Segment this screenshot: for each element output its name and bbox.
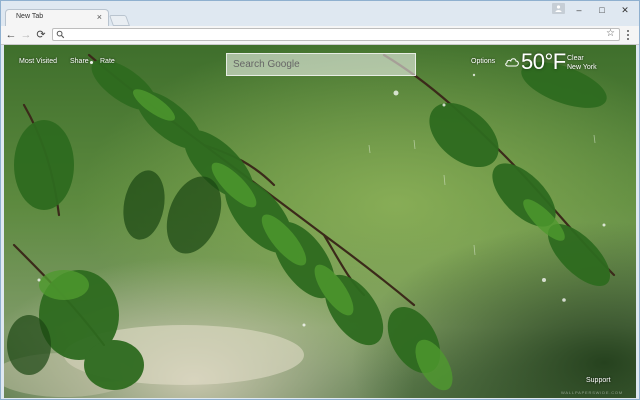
search-icon [56,30,65,39]
fern-wallpaper-image [4,45,636,398]
back-button[interactable]: ← [4,27,18,43]
close-window-button[interactable]: ✕ [614,1,636,19]
temperature: 50°F [521,49,566,74]
browser-menu-button[interactable] [625,28,631,42]
share-link[interactable]: Share [70,58,89,65]
support-link[interactable]: Support [586,377,611,384]
tab-title: New Tab [16,13,44,20]
cloud-icon [505,58,519,67]
bookmark-star-icon[interactable]: ☆ [606,28,615,39]
menu-dot [627,34,629,36]
person-icon [555,5,562,12]
address-bar[interactable]: ☆ [52,28,620,41]
reload-button[interactable]: ⟳ [34,27,48,43]
rate-link[interactable]: Rate [100,58,115,65]
most-visited-link[interactable]: Most Visited [19,58,57,65]
profile-button[interactable] [552,3,565,14]
browser-window: New Tab × – □ ✕ ← → ⟳ ☆ Most Visited Sha… [0,0,640,400]
weather-city: New York [567,64,597,71]
maximize-button[interactable]: □ [591,1,613,19]
weather-condition: Clear [567,55,584,62]
wallpaper-watermark: WALLPAPERSWIDE.COM [561,390,623,395]
separator-dot [90,61,93,64]
menu-dot [627,38,629,40]
search-input[interactable] [226,53,416,76]
new-tab-page: Most Visited Share Rate Options 50°F Cle… [4,45,636,398]
options-link[interactable]: Options [471,58,495,65]
tab-strip: New Tab × – □ ✕ [1,1,639,26]
new-tab-button[interactable] [108,15,131,26]
minimize-button[interactable]: – [568,1,590,19]
menu-dot [627,30,629,32]
forward-button[interactable]: → [19,27,33,43]
browser-toolbar: ← → ⟳ ☆ [1,26,639,45]
tab-new-tab[interactable]: New Tab × [5,9,109,26]
tab-close-icon[interactable]: × [97,12,102,22]
